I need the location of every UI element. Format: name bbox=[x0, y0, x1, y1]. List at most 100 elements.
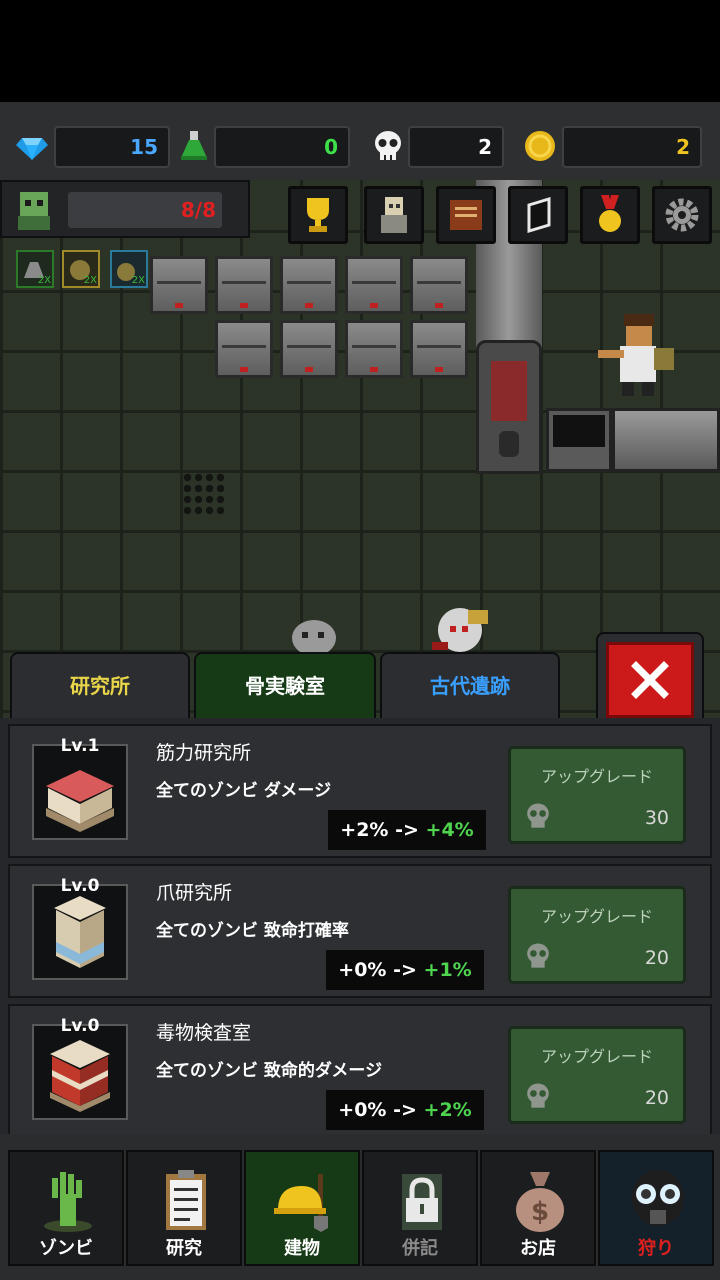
tab-label: 古代遺跡 bbox=[430, 674, 510, 698]
medal-button[interactable] bbox=[580, 186, 640, 244]
incubator-door bbox=[476, 340, 542, 474]
zombie-character[interactable] bbox=[428, 604, 504, 654]
coin-icon bbox=[525, 131, 555, 161]
upgrade-button[interactable]: アップグレード 20 bbox=[508, 886, 686, 984]
upgrade-cost: 20 bbox=[644, 947, 669, 969]
nav-label: 建物 bbox=[284, 1238, 320, 1259]
building-effect: 全てのゾンビ ダメージ bbox=[156, 781, 332, 801]
close-button-frame bbox=[596, 632, 704, 722]
coin-boost-buff[interactable]: 2X bbox=[62, 250, 100, 288]
card-button[interactable] bbox=[508, 186, 568, 244]
tab-ancient-ruins[interactable]: 古代遺跡 bbox=[380, 652, 560, 718]
tab-label: 研究所 bbox=[70, 674, 130, 698]
red-roof-building-icon bbox=[46, 770, 114, 832]
effect-change: +0% -> +2% bbox=[326, 1090, 484, 1130]
floor-vent bbox=[182, 472, 228, 518]
upgrade-label: アップグレード bbox=[540, 767, 653, 786]
nav-label: 併記 bbox=[402, 1238, 438, 1259]
building-thumbnail bbox=[32, 884, 128, 980]
building-effect: 全てのゾンビ 致命打確率 bbox=[156, 921, 349, 941]
potion-boost-buff[interactable]: 2X bbox=[16, 250, 54, 288]
next-value: +1% bbox=[423, 959, 472, 981]
trophy-button[interactable] bbox=[288, 186, 348, 244]
building-level: Lv.0 bbox=[60, 876, 100, 896]
coin-count: 2 bbox=[562, 126, 702, 168]
building-effect: 全てのゾンビ 致命的ダメージ bbox=[156, 1061, 383, 1081]
mummy-button[interactable] bbox=[364, 186, 424, 244]
gem-icon bbox=[16, 138, 48, 160]
gear-icon bbox=[665, 198, 699, 232]
zombie-capacity: 8/8 bbox=[0, 180, 250, 238]
hardhat-shovel-icon bbox=[274, 1174, 328, 1232]
effect-change: +2% -> +4% bbox=[328, 810, 486, 850]
skull-count: 2 bbox=[408, 126, 504, 168]
specimen-pod bbox=[150, 256, 208, 314]
specimen-pod bbox=[410, 256, 468, 314]
zombie-hand-icon bbox=[44, 1172, 92, 1232]
lab-building-icon bbox=[50, 1040, 110, 1112]
tab-bone-lab[interactable]: 骨実験室 bbox=[194, 652, 376, 718]
arrow-text: -> bbox=[395, 819, 419, 841]
nav-hunt[interactable]: 狩り bbox=[598, 1150, 714, 1266]
skull-icon bbox=[527, 803, 549, 828]
nav-shop[interactable]: $ お店 bbox=[480, 1150, 596, 1266]
current-value: +0% bbox=[338, 959, 387, 981]
potion-icon bbox=[181, 131, 207, 160]
buff-multiplier: 2X bbox=[37, 275, 51, 286]
building-card: Lv.0 爪研究所 全てのゾンビ 致命打確率 +0% -> +1% アップグレー… bbox=[8, 864, 712, 998]
building-card: Lv.1 筋力研究所 全てのゾンビ ダメージ +2% -> +4% アップグレー… bbox=[8, 724, 712, 858]
zombie-count: 8/8 bbox=[68, 192, 222, 228]
nav-codex-locked[interactable]: 併記 bbox=[362, 1150, 478, 1266]
locked-icon bbox=[402, 1174, 442, 1230]
specimen-pod bbox=[345, 256, 403, 314]
skull-icon bbox=[527, 1083, 549, 1108]
specimen-pod bbox=[215, 256, 273, 314]
nav-label: 狩り bbox=[638, 1238, 674, 1259]
building-thumbnail bbox=[32, 1024, 128, 1120]
nav-label: 研究 bbox=[166, 1238, 202, 1259]
building-name: 毒物検査室 bbox=[156, 1022, 252, 1044]
arrow-text: -> bbox=[393, 959, 417, 981]
money-bag-icon: $ bbox=[516, 1172, 564, 1232]
nav-buildings[interactable]: 建物 bbox=[244, 1150, 360, 1266]
building-level: Lv.0 bbox=[60, 1016, 100, 1036]
tab-laboratory[interactable]: 研究所 bbox=[10, 652, 190, 718]
upgrade-button[interactable]: アップグレード 20 bbox=[508, 1026, 686, 1124]
building-card: Lv.0 毒物検査室 全てのゾンビ 致命的ダメージ +0% -> +2% アップ… bbox=[8, 1004, 712, 1138]
close-icon bbox=[631, 661, 669, 699]
gas-mask-icon bbox=[632, 1170, 684, 1226]
book-icon bbox=[450, 200, 482, 230]
trophy-icon bbox=[307, 198, 329, 232]
book-button[interactable] bbox=[436, 186, 496, 244]
next-value: +2% bbox=[423, 1099, 472, 1121]
tower-building-icon bbox=[54, 896, 106, 968]
scientist-character[interactable] bbox=[596, 312, 680, 398]
specimen-pod bbox=[280, 256, 338, 314]
gem-count: 15 bbox=[54, 126, 170, 168]
svg-text:$: $ bbox=[531, 1197, 549, 1227]
arrow-text: -> bbox=[393, 1099, 417, 1121]
upgrade-cost: 20 bbox=[644, 1087, 669, 1109]
specimen-pod bbox=[345, 320, 403, 378]
settings-button[interactable] bbox=[652, 186, 712, 244]
speed-boost-buff[interactable]: 2X bbox=[110, 250, 148, 288]
upgrade-label: アップグレード bbox=[540, 1047, 653, 1066]
upgrade-button[interactable]: アップグレード 30 bbox=[508, 746, 686, 844]
upgrade-cost: 30 bbox=[644, 807, 669, 829]
next-value: +4% bbox=[425, 819, 474, 841]
buff-multiplier: 2X bbox=[83, 275, 97, 286]
nav-label: お店 bbox=[520, 1238, 556, 1259]
nav-zombie[interactable]: ゾンビ bbox=[8, 1150, 124, 1266]
zombie-character[interactable] bbox=[284, 616, 344, 656]
close-button[interactable] bbox=[606, 642, 694, 718]
pipe-horizontal bbox=[612, 408, 720, 472]
card-icon bbox=[527, 197, 551, 233]
skull-icon bbox=[375, 131, 401, 160]
upgrade-label: アップグレード bbox=[540, 907, 653, 926]
building-name: 筋力研究所 bbox=[156, 742, 252, 764]
potion-count: 0 bbox=[214, 126, 350, 168]
current-value: +2% bbox=[340, 819, 389, 841]
specimen-pod bbox=[215, 320, 273, 378]
nav-research[interactable]: 研究 bbox=[126, 1150, 242, 1266]
building-thumbnail bbox=[32, 744, 128, 840]
